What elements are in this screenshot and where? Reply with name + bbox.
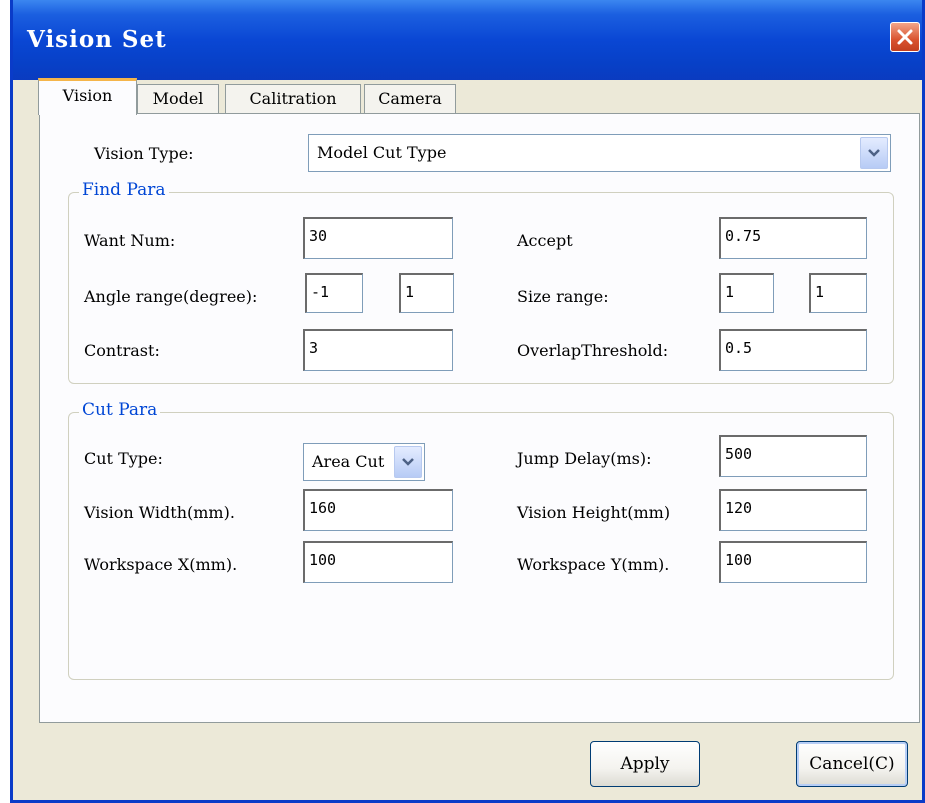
cut-type-label: Cut Type:: [84, 449, 163, 468]
vision-type-value: Model Cut Type: [317, 143, 447, 162]
tab-model[interactable]: Model: [137, 84, 219, 114]
angle-range-max-input[interactable]: 1: [399, 273, 454, 313]
workspace-y-label: Workspace Y(mm).: [517, 555, 670, 574]
angle-range-min-input[interactable]: -1: [305, 273, 363, 313]
vision-width-label: Vision Width(mm).: [84, 503, 235, 522]
tab-calitration[interactable]: Calitration: [225, 84, 361, 114]
jump-delay-input[interactable]: 500: [719, 435, 867, 477]
workspace-x-input[interactable]: 100: [303, 541, 453, 583]
apply-button[interactable]: Apply: [590, 741, 700, 787]
vision-tab-panel: Vision Type: Model Cut Type Find Para Wa…: [39, 113, 920, 723]
find-para-group: Find Para Want Num: 30 Accept 0.75 Angle…: [68, 180, 894, 384]
cancel-button[interactable]: Cancel(C): [796, 741, 908, 787]
jump-delay-label: Jump Delay(ms):: [517, 449, 652, 468]
cut-type-value: Area Cut: [312, 452, 385, 471]
vision-height-label: Vision Height(mm): [517, 503, 671, 522]
chevron-down-icon: [868, 149, 880, 157]
find-para-title: Find Para: [79, 180, 169, 200]
close-button[interactable]: [890, 22, 920, 52]
vision-height-input[interactable]: 120: [719, 489, 867, 531]
vision-set-dialog: Vision Set Vision Model Calitration Came…: [10, 0, 925, 803]
close-icon: [897, 29, 913, 45]
tab-camera[interactable]: Camera: [364, 84, 456, 114]
accept-label: Accept: [517, 231, 573, 250]
cut-type-dropdown-button[interactable]: [394, 446, 422, 478]
size-range-min-input[interactable]: 1: [719, 273, 774, 313]
accept-input[interactable]: 0.75: [719, 217, 867, 259]
overlap-threshold-input[interactable]: 0.5: [719, 329, 867, 371]
tab-vision[interactable]: Vision: [38, 78, 137, 115]
vision-width-input[interactable]: 160: [303, 489, 453, 531]
cut-type-select[interactable]: Area Cut: [303, 443, 425, 481]
cut-para-group: Cut Para Cut Type: Area Cut Jump Delay(m…: [68, 400, 894, 680]
contrast-input[interactable]: 3: [303, 329, 453, 371]
workspace-x-label: Workspace X(mm).: [84, 555, 238, 574]
cut-para-title: Cut Para: [79, 400, 161, 420]
size-range-label: Size range:: [517, 287, 609, 306]
vision-type-dropdown-button[interactable]: [860, 137, 888, 169]
angle-range-label: Angle range(degree):: [84, 287, 258, 306]
workspace-y-input[interactable]: 100: [719, 541, 867, 583]
chevron-down-icon: [402, 458, 414, 466]
window-title: Vision Set: [27, 26, 167, 53]
vision-type-label: Vision Type:: [94, 144, 194, 163]
size-range-max-input[interactable]: 1: [809, 273, 867, 313]
want-num-input[interactable]: 30: [303, 217, 453, 259]
want-num-label: Want Num:: [84, 231, 176, 250]
vision-type-select[interactable]: Model Cut Type: [308, 134, 891, 172]
overlap-threshold-label: OverlapThreshold:: [517, 341, 669, 360]
contrast-label: Contrast:: [84, 341, 160, 360]
title-bar[interactable]: Vision Set: [13, 0, 922, 80]
